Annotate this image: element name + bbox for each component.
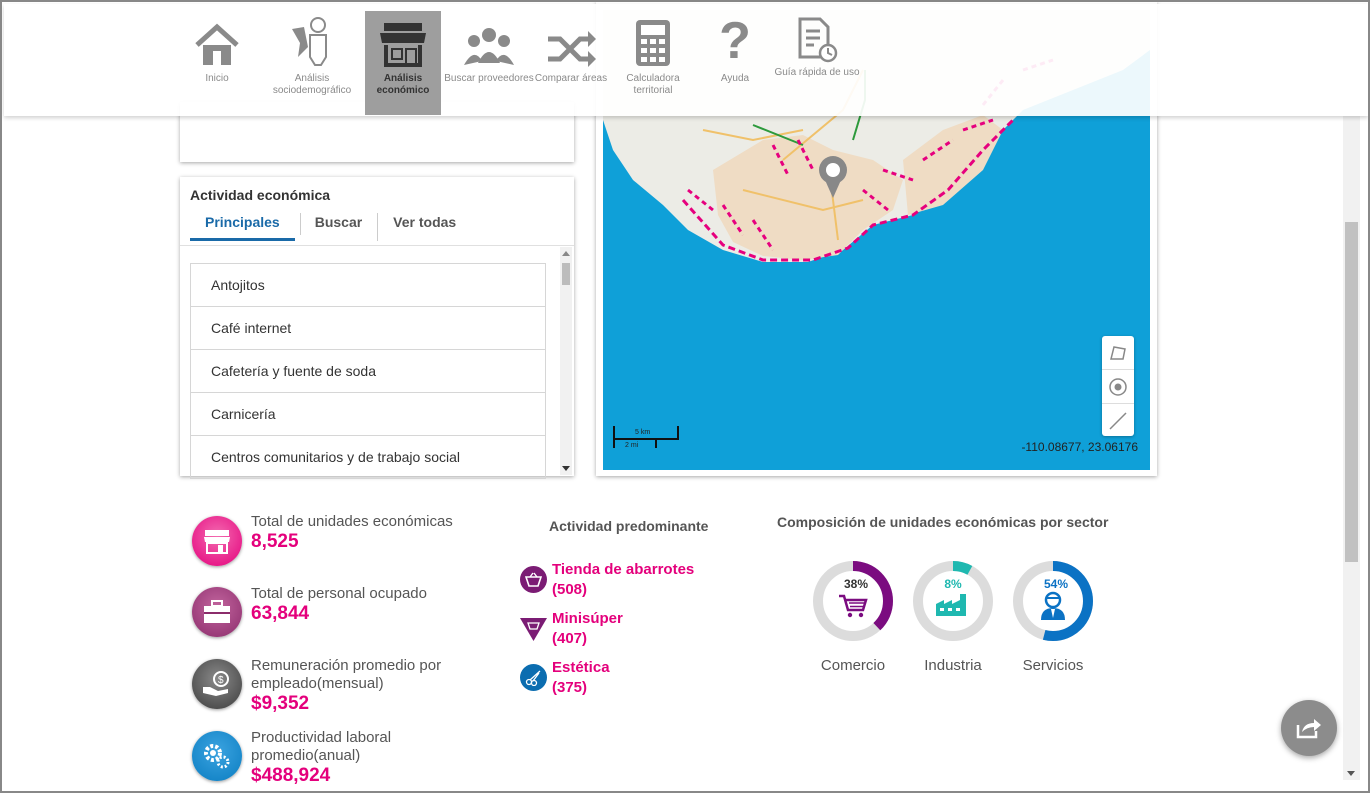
- scale-mi: 2 mi: [625, 442, 639, 449]
- list-item[interactable]: Carnicería: [190, 393, 546, 436]
- donut-pct: 54%: [1044, 577, 1068, 591]
- question-icon: ?: [719, 12, 751, 70]
- nav-label: Análisis sociodemográfico: [272, 73, 352, 96]
- shuffle-icon: [548, 31, 596, 67]
- actividad-list: Antojitos Café internet Cafetería y fuen…: [190, 263, 546, 479]
- list-item[interactable]: Antojitos: [190, 263, 546, 307]
- nav-calculadora-territorial[interactable]: Calculadora territorial: [607, 11, 699, 115]
- stat-value: 63,844: [251, 603, 310, 624]
- map-tools: [1102, 336, 1134, 436]
- pred-count: (508): [552, 581, 588, 598]
- scale-km: 5 km: [635, 429, 651, 436]
- scroll-up-arrow[interactable]: [562, 251, 570, 256]
- donut-pct: 38%: [844, 577, 868, 591]
- nav-label: Ayuda: [720, 73, 750, 84]
- nav-label: Comparar áreas: [534, 73, 608, 84]
- predominante-title: Actividad predominante: [549, 518, 709, 534]
- nav-analisis-economico[interactable]: Análisis económico: [365, 11, 441, 115]
- stat-label: Productividad laboral promedio(anual): [251, 729, 392, 764]
- nav-buscar-proveedores[interactable]: Buscar proveedores: [443, 11, 535, 115]
- tab-principales[interactable]: Principales: [190, 213, 301, 241]
- svg-text:$: $: [218, 675, 224, 686]
- page-scrollbar[interactable]: [1343, 116, 1360, 780]
- house-icon: [195, 23, 239, 65]
- list-scrollbar[interactable]: [560, 247, 572, 475]
- store-icon: [192, 516, 242, 566]
- person-map-icon: [292, 17, 327, 66]
- donut-label: Comercio: [820, 657, 886, 674]
- pred-count: (407): [552, 630, 588, 647]
- top-navigation: Inicio Análisis sociodemográfico Análisi…: [4, 4, 1368, 116]
- list-item[interactable]: Centros comunitarios y de trabajo social: [190, 436, 546, 479]
- share-icon: [1296, 719, 1321, 739]
- actividad-panel: Actividad económica Principales Buscar V…: [180, 177, 574, 479]
- donut-chart: 54%: [1013, 561, 1093, 641]
- basket-icon: [520, 566, 547, 593]
- nav-comparar-areas[interactable]: Comparar áreas: [525, 11, 617, 115]
- app-frame: Actividad económica Principales Buscar V…: [0, 0, 1370, 793]
- scissors-icon: [520, 664, 547, 691]
- tab-ver-todas[interactable]: Ver todas: [378, 213, 471, 241]
- stat-value: $9,352: [251, 693, 310, 714]
- donut-pct: 8%: [944, 577, 962, 591]
- pred-name: Estética: [552, 659, 610, 676]
- cart-icon: [839, 594, 868, 618]
- nav-analisis-sociodemografico[interactable]: Análisis sociodemográfico: [266, 11, 358, 115]
- nav-inicio[interactable]: Inicio: [171, 11, 263, 115]
- scroll-down-arrow[interactable]: [1347, 771, 1355, 776]
- nav-label: Inicio: [205, 73, 229, 84]
- scale-bar: 5 km 2 mi: [613, 426, 679, 454]
- tabs-divider: [180, 245, 574, 246]
- list-item[interactable]: Café internet: [190, 307, 546, 350]
- circle-tool-icon[interactable]: [1102, 370, 1134, 404]
- hand-coin-icon: $: [192, 659, 242, 709]
- donut-servicios: 54% Servicios: [1010, 558, 1096, 674]
- donut-chart: 8%: [913, 561, 993, 641]
- polygon-tool-icon[interactable]: [1102, 336, 1134, 370]
- donut-comercio: 38% Comercio: [810, 558, 896, 674]
- page-scroll-thumb[interactable]: [1345, 222, 1358, 562]
- donut-label: Industria: [924, 657, 982, 674]
- line-tool-icon[interactable]: [1102, 404, 1134, 437]
- gears-icon: [192, 731, 242, 781]
- stat-label: Total de unidades económicas: [251, 513, 453, 530]
- actividad-title: Actividad económica: [190, 187, 331, 203]
- stat-label: Total de personal ocupado: [251, 585, 427, 602]
- nav-guia-rapida[interactable]: Guía rápida de uso: [771, 11, 863, 115]
- nav-label: Guía rápida de uso: [774, 67, 860, 78]
- share-button[interactable]: [1281, 700, 1337, 756]
- donut-label: Servicios: [1022, 657, 1084, 674]
- basket-triangle-icon: [520, 615, 547, 642]
- map-coordinates: -110.08677, 23.06176: [1021, 440, 1138, 454]
- factory-icon: [936, 594, 966, 616]
- nav-ayuda[interactable]: ? Ayuda: [689, 11, 781, 115]
- tab-buscar[interactable]: Buscar: [295, 213, 379, 241]
- stat-label: Remuneración promedio por empleado(mensu…: [251, 657, 442, 692]
- people-group-icon: [464, 28, 514, 65]
- list-item[interactable]: Cafetería y fuente de soda: [190, 350, 546, 393]
- store-icon: [380, 23, 426, 67]
- list-scroll-thumb[interactable]: [562, 263, 570, 285]
- stat-value: 8,525: [251, 531, 299, 552]
- calculator-icon: [636, 20, 670, 66]
- briefcase-icon: [192, 587, 242, 637]
- composicion-title: Composición de unidades económicas por s…: [777, 514, 1109, 530]
- actividad-tabs: Principales Buscar Ver todas: [190, 213, 471, 243]
- nav-label: Calculadora territorial: [626, 73, 680, 96]
- donut-chart: 38%: [813, 561, 893, 641]
- pred-count: (375): [552, 679, 588, 696]
- nav-label: Buscar proveedores: [444, 73, 534, 84]
- pred-name: Minisúper: [552, 610, 623, 627]
- pred-name: Tienda de abarrotes: [552, 561, 695, 578]
- donut-industria: 8% Industria: [910, 558, 996, 674]
- nav-label: Análisis económico: [376, 73, 430, 96]
- businessman-icon: [1041, 591, 1065, 620]
- stat-value: $488,924: [251, 765, 331, 786]
- scroll-down-arrow[interactable]: [562, 466, 570, 471]
- doc-clock-icon: [798, 17, 838, 63]
